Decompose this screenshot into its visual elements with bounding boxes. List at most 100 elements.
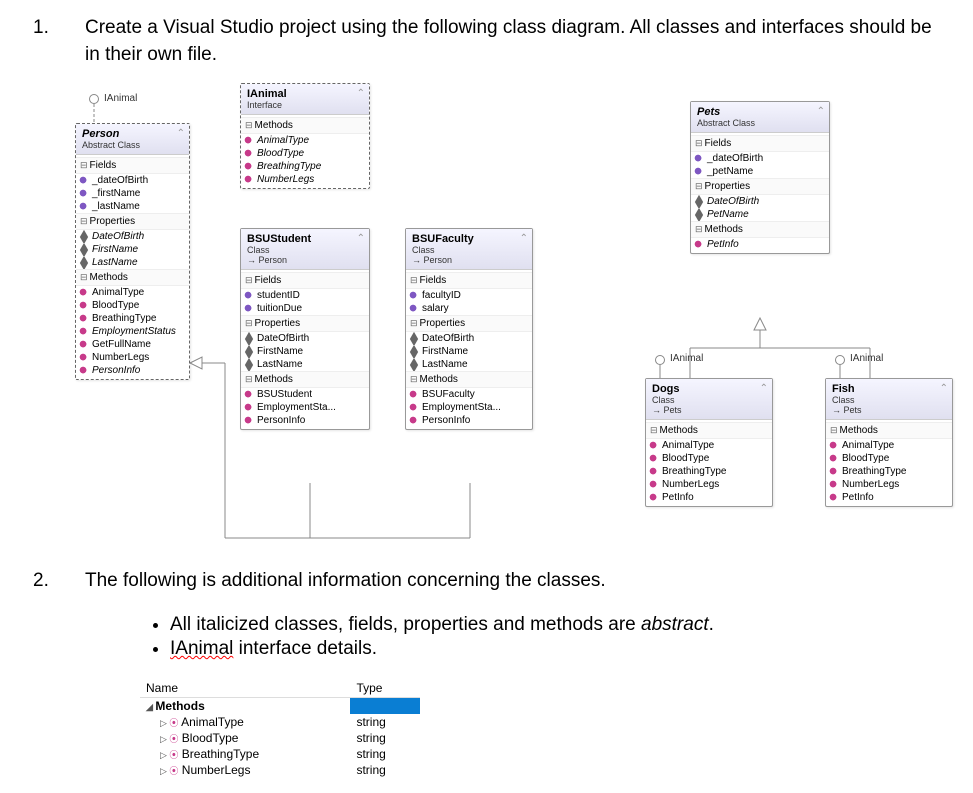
method-icon	[244, 175, 253, 184]
member-firstname: FirstName	[76, 243, 189, 256]
collapse-icon[interactable]: ⌃	[817, 106, 825, 117]
member-facultyid: facultyID	[406, 289, 532, 302]
interface-ianimal: IAnimalInterface⌃MethodsAnimalTypeBloodT…	[240, 83, 370, 189]
member-bsustudent: BSUStudent	[241, 388, 369, 401]
method-icon	[79, 353, 88, 362]
collapse-icon[interactable]: ⌃	[940, 383, 948, 394]
class-inherits: → Pets	[652, 405, 766, 415]
field-icon	[244, 291, 253, 300]
class-title: BSUFaculty	[412, 233, 526, 245]
collapse-icon[interactable]: ⌃	[357, 88, 365, 99]
ianimal-label-fish: IAnimal	[850, 353, 883, 364]
member-breathingtype: BreathingType	[826, 465, 952, 478]
field-icon	[409, 304, 418, 313]
q1-number: 1.	[59, 15, 79, 42]
section-fields: Fields	[241, 272, 369, 289]
method-icon	[79, 340, 88, 349]
member-dateofbirth: DateOfBirth	[691, 195, 829, 208]
field-icon	[79, 189, 88, 198]
collapse-icon[interactable]: ⌃	[760, 383, 768, 394]
member-dateofbirth: DateOfBirth	[76, 230, 189, 243]
method-icon	[79, 327, 88, 336]
method-icon	[829, 441, 838, 450]
section-methods: Methods	[406, 371, 532, 388]
class-dogs: DogsClass→ Pets⌃MethodsAnimalTypeBloodTy…	[645, 378, 773, 507]
member-salary: salary	[406, 302, 532, 315]
class-bsustudent: BSUStudentClass→ Person⌃FieldsstudentIDt…	[240, 228, 370, 430]
member-lastname: LastName	[406, 358, 532, 371]
method-icon	[829, 454, 838, 463]
member-bloodtype: BloodType	[241, 147, 369, 160]
method-row: ▷ ⦿ BreathingTypestring	[140, 746, 420, 762]
member-petinfo: PetInfo	[646, 491, 772, 504]
class-stereotype: Class	[247, 245, 363, 255]
class-pets: PetsAbstract Class⌃Fields_dateOfBirth_pe…	[690, 101, 830, 254]
collapse-icon[interactable]: ⌃	[177, 128, 185, 139]
lollipop-icon	[89, 94, 99, 104]
prop-icon	[245, 358, 253, 371]
methods-header-row: ◢ Methods	[140, 697, 420, 714]
section-fields: Fields	[691, 135, 829, 152]
class-person: PersonAbstract Class⌃Fields_dateOfBirth_…	[75, 123, 190, 380]
class-title: Pets	[697, 106, 823, 118]
collapse-icon[interactable]: ⌃	[520, 233, 528, 244]
section-methods: Methods	[691, 221, 829, 238]
member-animaltype: AnimalType	[826, 439, 952, 452]
member-breathingtype: BreathingType	[76, 312, 189, 325]
method-icon	[649, 480, 658, 489]
class-stereotype: Abstract Class	[697, 118, 823, 128]
section-methods: Methods	[241, 117, 369, 134]
section-methods: Methods	[76, 269, 189, 286]
class-title: Dogs	[652, 383, 766, 395]
section-properties: Properties	[691, 178, 829, 195]
bullet-abstract: All italicized classes, fields, properti…	[170, 614, 933, 636]
method-icon	[79, 366, 88, 375]
method-icon	[244, 136, 253, 145]
method-icon	[409, 416, 418, 425]
member-animaltype: AnimalType	[646, 439, 772, 452]
member-bloodtype: BloodType	[646, 452, 772, 465]
method-icon	[649, 454, 658, 463]
method-icon	[244, 390, 253, 399]
class-inherits: → Person	[247, 255, 363, 265]
member-petinfo: PetInfo	[691, 238, 829, 251]
q2-number: 2.	[59, 568, 79, 595]
prop-icon	[695, 208, 703, 221]
member-bsufaculty: BSUFaculty	[406, 388, 532, 401]
q1-text: Create a Visual Studio project using the…	[85, 17, 932, 65]
member-_dateofbirth: _dateOfBirth	[76, 174, 189, 187]
method-icon	[694, 240, 703, 249]
member-_firstname: _firstName	[76, 187, 189, 200]
member-petname: PetName	[691, 208, 829, 221]
member-dateofbirth: DateOfBirth	[241, 332, 369, 345]
section-properties: Properties	[406, 315, 532, 332]
prop-icon	[80, 256, 88, 269]
method-icon	[244, 162, 253, 171]
class-title: Person	[82, 128, 183, 140]
member-employmentsta: EmploymentSta...	[241, 401, 369, 414]
method-icon	[244, 416, 253, 425]
bullet-ianimal: IAnimal interface details.	[170, 638, 933, 660]
field-icon	[79, 202, 88, 211]
ianimal-label-dogs: IAnimal	[670, 353, 703, 364]
method-icon	[79, 301, 88, 310]
question-2: 2.The following is additional informatio…	[85, 568, 933, 595]
prop-icon	[410, 332, 418, 345]
method-icon	[829, 493, 838, 502]
method-icon	[829, 480, 838, 489]
member-personinfo: PersonInfo	[76, 364, 189, 377]
class-title: IAnimal	[247, 88, 363, 100]
ianimal-label-person: IAnimal	[104, 93, 137, 104]
class-stereotype: Interface	[247, 100, 363, 110]
prop-icon	[245, 345, 253, 358]
class-stereotype: Class	[652, 395, 766, 405]
member-petinfo: PetInfo	[826, 491, 952, 504]
collapse-icon[interactable]: ⌃	[357, 233, 365, 244]
member-personinfo: PersonInfo	[406, 414, 532, 427]
class-stereotype: Abstract Class	[82, 140, 183, 150]
class-inherits: → Person	[412, 255, 526, 265]
member-lastname: LastName	[241, 358, 369, 371]
member-breathingtype: BreathingType	[241, 160, 369, 173]
class-fish: FishClass→ Pets⌃MethodsAnimalTypeBloodTy…	[825, 378, 953, 507]
member-tuitiondue: tuitionDue	[241, 302, 369, 315]
